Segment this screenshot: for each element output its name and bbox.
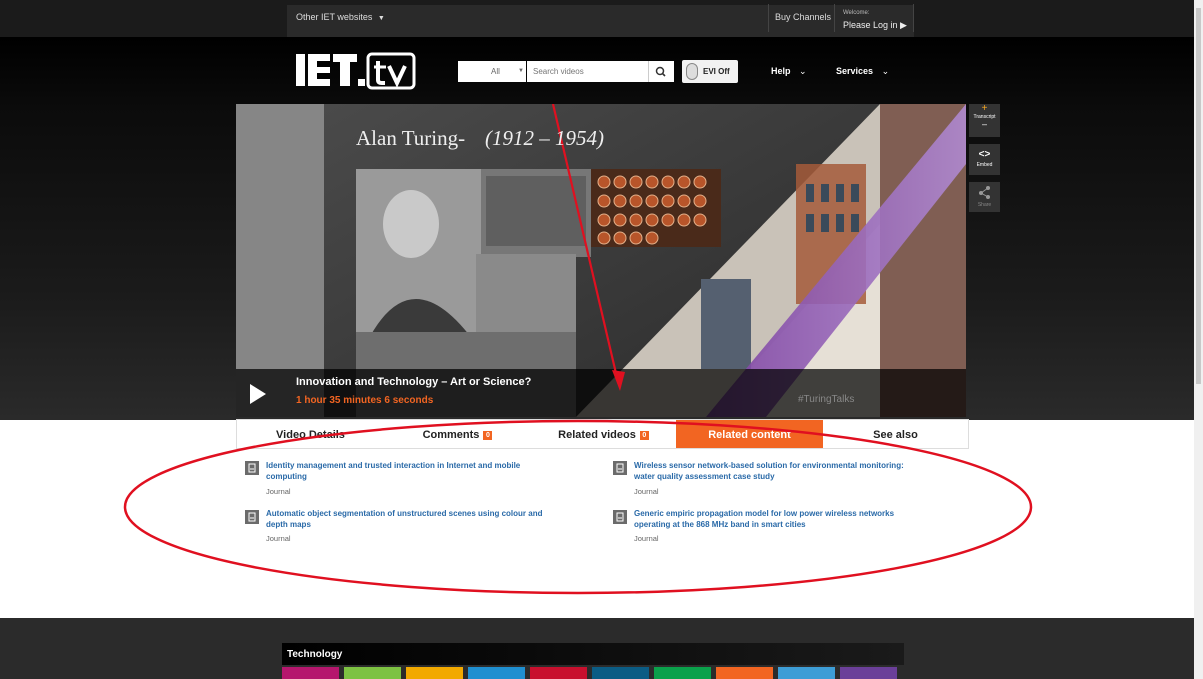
evi-toggle[interactable]: EVI Off [682,60,738,83]
tab-label: See also [873,429,918,441]
video-title: Innovation and Technology – Art or Scien… [296,376,532,388]
tab-related-videos[interactable]: Related videos 0 [531,420,676,448]
plus-icon: + [981,103,988,114]
hashtag-watermark: #TuringTalks [798,394,855,405]
tab-label: Related videos [558,429,636,441]
iet-tv-logo-icon [296,52,416,90]
help-menu[interactable]: Help ⌄ [771,66,807,77]
video-player[interactable]: Alan Turing- (1912 – 1954) Innovation an… [236,104,966,417]
technology-label: Technology [287,649,343,660]
journal-icon [613,461,627,475]
tab-label: Related content [708,429,791,441]
tab-label: Comments [422,429,480,441]
journal-icon [613,510,627,524]
embed-button[interactable]: <> Embed [969,144,1000,175]
minus-icon: – [981,119,987,129]
related-item-type: Journal [266,534,291,543]
other-iet-websites-label: Other IET websites [296,12,373,22]
search-category-value: All [491,67,500,76]
caret-down-icon: ▼ [377,15,385,22]
category-tile[interactable] [840,667,897,679]
technology-bar: Technology [282,643,904,665]
code-icon: <> [978,149,991,160]
category-tile[interactable] [344,667,401,679]
tab-related-content[interactable]: Related content [676,420,823,448]
comments-count-badge: 0 [483,430,493,440]
category-tile[interactable] [716,667,773,679]
category-tile[interactable] [530,667,587,679]
services-menu-label: Services [836,66,874,76]
iet-tv-logo[interactable] [296,52,416,92]
slide-title: Alan Turing- [356,126,466,150]
category-tile[interactable] [406,667,463,679]
divider [834,4,835,32]
category-tile[interactable] [654,667,711,679]
share-icon [979,186,990,199]
journal-icon [245,461,259,475]
category-tile[interactable] [282,667,339,679]
category-tile[interactable] [778,667,835,679]
search-icon [655,66,666,77]
search-button[interactable] [648,61,674,82]
category-tile[interactable] [468,667,525,679]
search-input[interactable] [527,61,648,82]
related-item-title[interactable]: Automatic object segmentation of unstruc… [266,508,542,530]
related-item-type: Journal [634,487,659,496]
content-tabs: Video Details Comments 0 Related videos 0 … [236,419,969,449]
tab-label: Video Details [276,429,345,441]
tab-see-also[interactable]: See also [823,420,968,448]
embed-label: Embed [976,162,993,168]
video-duration: 1 hour 35 minutes 6 seconds [296,395,434,406]
share-label: Share [977,202,992,208]
services-menu[interactable]: Services ⌄ [836,66,889,77]
tab-video-details[interactable]: Video Details [237,420,384,448]
top-bar [0,0,1203,37]
caret-down-icon: ▼ [518,68,524,74]
divider [768,4,769,32]
tab-comments[interactable]: Comments 0 [384,420,531,448]
play-button[interactable] [236,369,286,417]
transcript-toggle-button[interactable]: + Transcript – [969,104,1000,137]
help-menu-label: Help [771,66,791,76]
share-button[interactable]: Share [969,182,1000,212]
chevron-down-icon: ⌄ [881,66,890,76]
related-item-title[interactable]: Identity management and trusted interact… [266,460,520,482]
toggle-knob-icon [686,63,698,80]
welcome-label: Welcome: [843,10,870,16]
divider [913,4,914,32]
search-category-select[interactable]: All ▼ [458,61,526,82]
scrollbar-thumb[interactable] [1196,8,1201,384]
buy-channels-link[interactable]: Buy Channels [775,12,831,22]
evi-label: EVI Off [703,67,730,76]
login-link[interactable]: Please Log in ▶ [843,20,907,31]
related-videos-count-badge: 0 [639,430,649,440]
related-item-type: Journal [266,487,291,496]
related-item-title[interactable]: Generic empiric propagation model for lo… [634,508,894,530]
category-tile[interactable] [592,667,649,679]
chevron-down-icon: ⌄ [799,66,807,76]
slide-years: (1912 – 1954) [485,126,604,150]
other-iet-websites-menu[interactable]: Other IET websites ▼ [296,12,385,22]
journal-icon [245,510,259,524]
related-item-type: Journal [634,534,659,543]
related-item-title[interactable]: Wireless sensor network-based solution f… [634,460,904,482]
